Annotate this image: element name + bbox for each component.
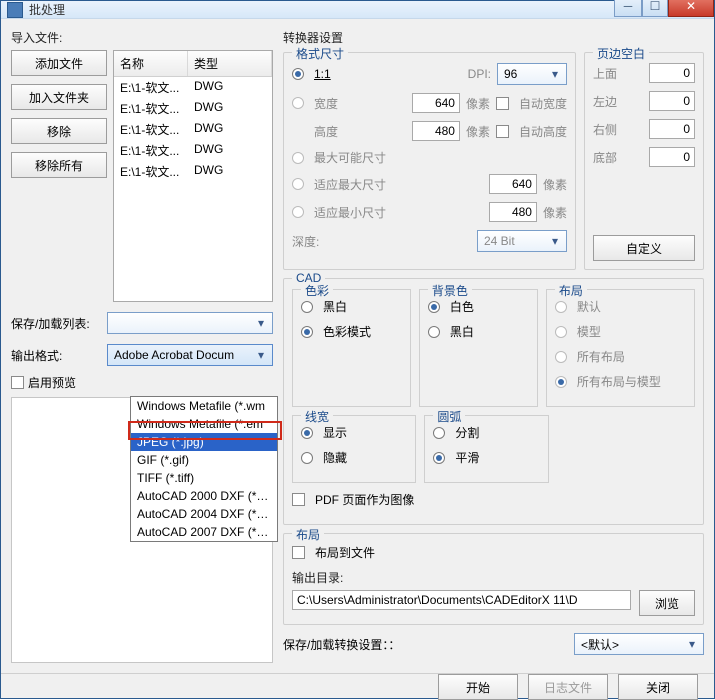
layout-all-model-radio[interactable]: [555, 376, 567, 388]
dropdown-item[interactable]: TIFF (*.tiff): [131, 469, 277, 487]
table-row[interactable]: E:\1-软文...DWG: [114, 77, 272, 98]
maximize-button[interactable]: ☐: [642, 0, 668, 17]
margin-top-input[interactable]: [649, 63, 695, 83]
save-list-label: 保存/加载列表:: [11, 315, 107, 332]
file-list[interactable]: 名称 类型 E:\1-软文...DWGE:\1-软文...DWGE:\1-软文.…: [113, 50, 273, 302]
window-title: 批处理: [29, 1, 614, 18]
table-row[interactable]: E:\1-软文...DWG: [114, 119, 272, 140]
bg-black-radio[interactable]: [428, 326, 440, 338]
converter-title: 转换器设置: [283, 29, 704, 46]
dpi-select[interactable]: 96▾: [497, 63, 567, 85]
margin-bottom-input[interactable]: [649, 147, 695, 167]
table-row[interactable]: E:\1-软文...DWG: [114, 140, 272, 161]
custom-button[interactable]: 自定义: [593, 235, 695, 261]
col-name[interactable]: 名称: [114, 51, 188, 76]
chevron-down-icon: ▾: [254, 348, 268, 362]
minimize-button[interactable]: ─: [614, 0, 642, 17]
dropdown-item[interactable]: AutoCAD 2004 DXF (*.dx: [131, 505, 277, 523]
close-button[interactable]: ✕: [668, 0, 714, 17]
import-label: 导入文件:: [11, 29, 273, 46]
remove-button[interactable]: 移除: [11, 118, 107, 144]
save-convert-label: 保存/加载转换设置：：: [283, 636, 400, 653]
auto-width-checkbox[interactable]: [496, 97, 509, 110]
fit-max-input[interactable]: [489, 174, 537, 194]
table-row[interactable]: E:\1-软文...DWG: [114, 98, 272, 119]
enable-preview-checkbox[interactable]: [11, 376, 24, 389]
auto-height-checkbox[interactable]: [496, 125, 509, 138]
outdir-label: 输出目录:: [292, 569, 695, 586]
max-possible-radio[interactable]: [292, 152, 304, 164]
save-list-select[interactable]: ▾: [107, 312, 273, 334]
lw-show-radio[interactable]: [301, 427, 313, 439]
format-size-group: 格式尺寸 1:1 DPI: 96▾ 宽度 像素 自动宽度: [283, 52, 576, 270]
color-bw-radio[interactable]: [301, 301, 313, 313]
margin-right-input[interactable]: [649, 119, 695, 139]
layout-output-group: 布局 布局到文件 输出目录: 浏览: [283, 533, 704, 625]
chevron-down-icon: ▾: [254, 316, 268, 330]
bg-group: 背景色 白色 黑白: [419, 289, 538, 407]
window: 批处理 ─ ☐ ✕ 导入文件: 添加文件 加入文件夹 移除 移除所有 名称 类型: [0, 0, 715, 699]
cad-group: CAD 色彩 黑白 色彩模式 背景色 白色 黑白 布局 默认 模型 所有布局 所…: [283, 278, 704, 525]
width-input[interactable]: [412, 93, 460, 113]
layout-all-radio[interactable]: [555, 351, 567, 363]
fit-max-radio[interactable]: [292, 178, 304, 190]
table-row[interactable]: E:\1-软文...DWG: [114, 161, 272, 182]
layout-to-file-checkbox[interactable]: [292, 546, 305, 559]
log-button[interactable]: 日志文件: [528, 674, 608, 700]
margin-group: 页边空白 上面 左边 右侧 底部 自定义: [584, 52, 704, 270]
save-convert-select[interactable]: <默认>▾: [574, 633, 704, 655]
fit-min-input[interactable]: [489, 202, 537, 222]
app-icon: [7, 2, 23, 18]
titlebar[interactable]: 批处理 ─ ☐ ✕: [1, 1, 714, 19]
margin-left-input[interactable]: [649, 91, 695, 111]
browse-button[interactable]: 浏览: [639, 590, 695, 616]
pdf-as-image-checkbox[interactable]: [292, 493, 305, 506]
lw-hide-radio[interactable]: [301, 452, 313, 464]
close-dialog-button[interactable]: 关闭: [618, 674, 698, 700]
dropdown-item[interactable]: JPEG (*.jpg): [131, 433, 277, 451]
arc-segment-radio[interactable]: [433, 427, 445, 439]
output-format-dropdown[interactable]: Windows Metafile (*.wmWindows Metafile (…: [130, 396, 278, 542]
ratio-1-1-radio[interactable]: [292, 68, 304, 80]
output-format-label: 输出格式:: [11, 347, 107, 364]
dropdown-item[interactable]: GIF (*.gif): [131, 451, 277, 469]
bg-white-radio[interactable]: [428, 301, 440, 313]
output-format-select[interactable]: Adobe Acrobat Docum▾: [107, 344, 273, 366]
remove-all-button[interactable]: 移除所有: [11, 152, 107, 178]
color-group: 色彩 黑白 色彩模式: [292, 289, 411, 407]
add-file-button[interactable]: 添加文件: [11, 50, 107, 76]
dropdown-item[interactable]: Windows Metafile (*.em: [131, 415, 277, 433]
add-folder-button[interactable]: 加入文件夹: [11, 84, 107, 110]
depth-select[interactable]: 24 Bit▾: [477, 230, 567, 252]
arc-smooth-radio[interactable]: [433, 452, 445, 464]
fit-min-radio[interactable]: [292, 206, 304, 218]
arc-group: 圆弧 分割 平滑: [424, 415, 548, 483]
footer: 开始 日志文件 关闭: [1, 673, 714, 700]
dropdown-item[interactable]: AutoCAD 2000 DXF (*.dx: [131, 487, 277, 505]
color-mode-radio[interactable]: [301, 326, 313, 338]
start-button[interactable]: 开始: [438, 674, 518, 700]
dropdown-item[interactable]: Windows Metafile (*.wm: [131, 397, 277, 415]
layout-choice-group: 布局 默认 模型 所有布局 所有布局与模型: [546, 289, 695, 407]
layout-default-radio[interactable]: [555, 301, 567, 313]
outdir-input[interactable]: [292, 590, 631, 610]
layout-model-radio[interactable]: [555, 326, 567, 338]
height-input[interactable]: [412, 121, 460, 141]
enable-preview-label: 启用预览: [28, 374, 76, 391]
width-radio[interactable]: [292, 97, 304, 109]
dropdown-item[interactable]: AutoCAD 2007 DXF (*.dx: [131, 523, 277, 541]
col-type[interactable]: 类型: [188, 51, 272, 76]
lineweight-group: 线宽 显示 隐藏: [292, 415, 416, 483]
